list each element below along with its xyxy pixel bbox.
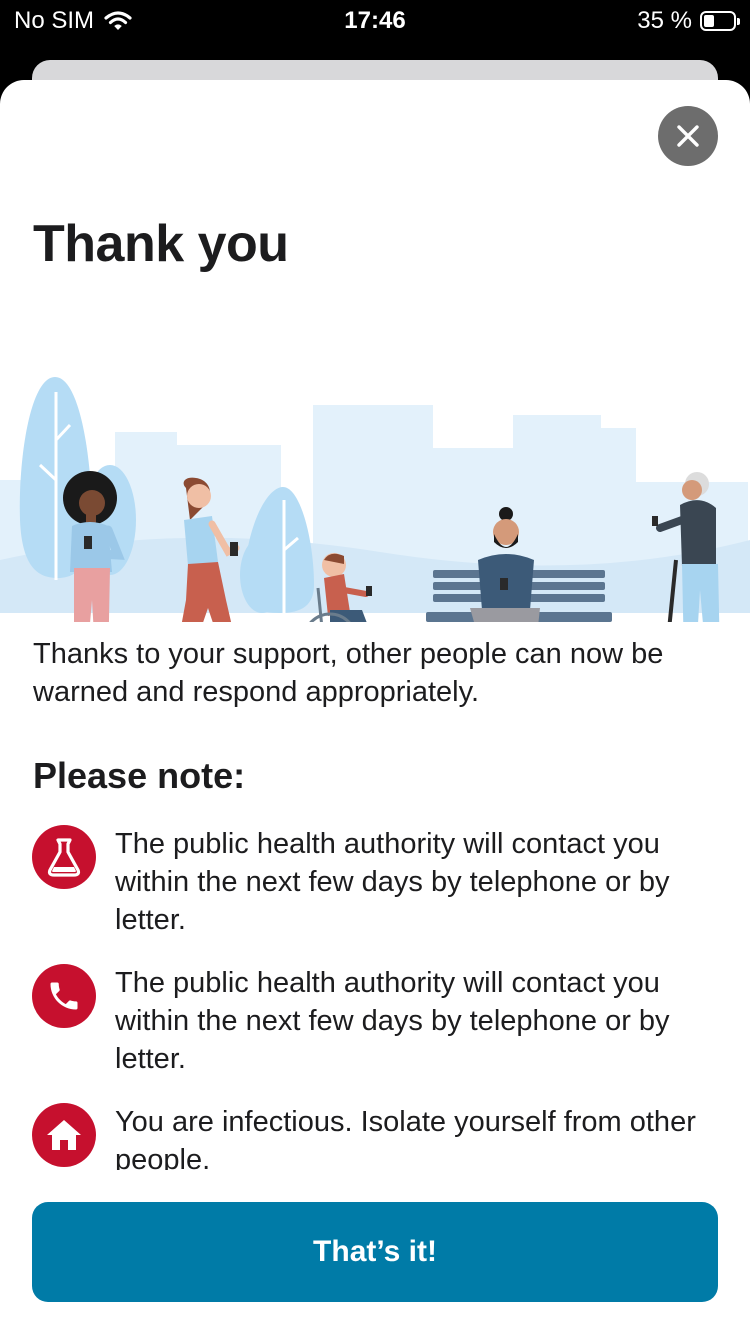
flask-icon bbox=[32, 825, 96, 889]
note-text: You are infectious. Isolate yourself fro… bbox=[115, 1106, 696, 1170]
people-illustration bbox=[0, 377, 750, 622]
battery-icon bbox=[700, 11, 740, 31]
page-title: Thank you bbox=[33, 215, 289, 273]
status-right: 35 % bbox=[637, 7, 740, 35]
note-text: The public health authority will contact… bbox=[115, 967, 670, 1075]
close-button[interactable] bbox=[658, 106, 718, 166]
note-text: The public health authority will contact… bbox=[115, 828, 670, 936]
intro-text: Thanks to your support, other people can… bbox=[33, 638, 664, 708]
phone-icon bbox=[32, 964, 96, 1028]
close-icon bbox=[677, 125, 699, 147]
note-heading: Please note: bbox=[33, 755, 246, 796]
battery-percent: 35 % bbox=[637, 7, 692, 34]
status-bar: No SIM 17:46 35 % bbox=[0, 0, 750, 42]
home-icon bbox=[32, 1103, 96, 1167]
battery-fill bbox=[704, 15, 714, 27]
thank-you-sheet: Thank you Thanks to your support, other … bbox=[0, 80, 750, 1334]
scroll-content[interactable]: Thanks to your support, other people can… bbox=[0, 635, 750, 1170]
thats-it-button[interactable]: That’s it! bbox=[32, 1202, 718, 1302]
